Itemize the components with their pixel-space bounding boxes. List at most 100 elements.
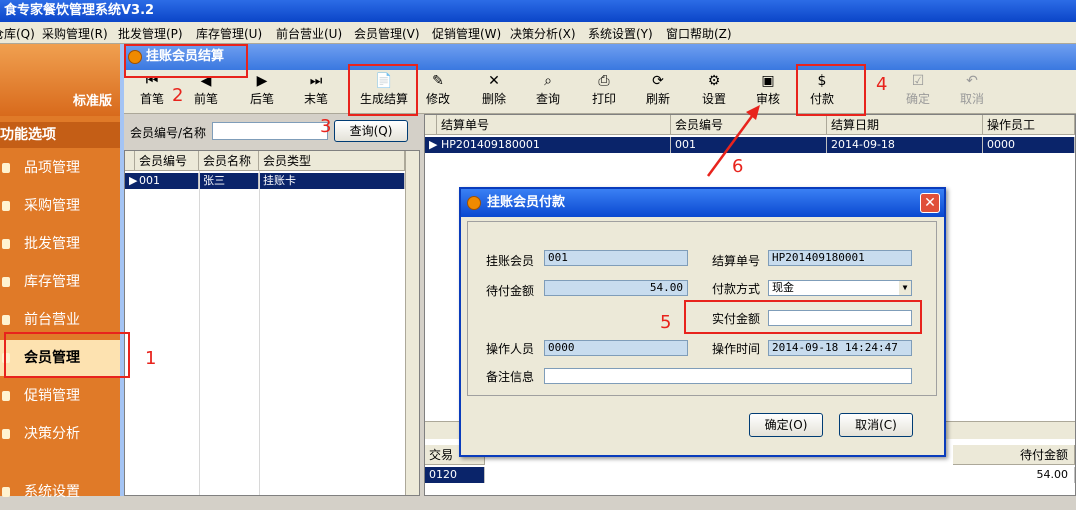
print-label: 打印 [591, 92, 616, 106]
time-field[interactable]: 2014-09-18 14:24:47 [768, 340, 912, 356]
member-field[interactable]: 001 [544, 250, 688, 266]
sidebar-item-label: 决策分析 [24, 426, 80, 442]
grid-header[interactable]: 操作员工 [983, 115, 1075, 135]
cell-bill-no: HP201409180001 [437, 137, 671, 153]
grid-header[interactable]: 会员名称 [199, 151, 259, 171]
menu-item[interactable]: 前台营业(U) [276, 25, 342, 42]
menu-item[interactable]: 决策分析(X) [510, 25, 576, 42]
operator-label: 操作人员 [486, 342, 535, 356]
prev-button[interactable]: ◀ 前笔 [186, 72, 226, 112]
menu-bar: 仓库(Q) 采购管理(R) 批发管理(P) 库存管理(U) 前台营业(U) 会员… [0, 22, 1076, 44]
due-label: 待付金额 [486, 284, 535, 298]
time-label: 操作时间 [712, 342, 761, 356]
grid-corner [425, 115, 437, 135]
method-label: 付款方式 [712, 282, 761, 296]
cancel-button[interactable]: ↶ 取消 [954, 72, 990, 112]
member-label: 挂账会员 [486, 254, 535, 268]
bill-field[interactable]: HP201409180001 [768, 250, 912, 266]
sidebar-item-items[interactable]: 品项管理 [0, 150, 120, 186]
highlight-box-members [4, 332, 130, 378]
dialog-ok-button[interactable]: 确定(O) [749, 413, 823, 437]
menu-item[interactable]: 会员管理(V) [354, 25, 420, 42]
cell-date: 2014-09-18 [827, 137, 983, 153]
menu-item[interactable]: 仓库(Q) [0, 25, 35, 42]
brand-label: 标准版 [72, 94, 112, 109]
annotation-number: 4 [876, 74, 888, 95]
search-input[interactable] [212, 122, 328, 140]
chevron-down-icon[interactable]: ▼ [899, 281, 911, 295]
sidebar-item-wholesale[interactable]: 批发管理 [0, 226, 120, 262]
grid-corner [125, 151, 135, 171]
binoculars-icon: ⌕ [544, 73, 552, 89]
sidebar-item-label: 批发管理 [24, 236, 80, 252]
row-pointer-icon: ▶ [429, 138, 438, 151]
sidebar-item-label: 采购管理 [24, 198, 80, 214]
operator-field[interactable]: 0000 [544, 340, 688, 356]
sidebar-item-label: 库存管理 [24, 274, 80, 290]
bill-label: 结算单号 [712, 254, 761, 268]
printer-icon: ⎙ [598, 73, 610, 89]
annotation-number: 3 [320, 116, 332, 137]
next-button[interactable]: ▶ 后笔 [242, 72, 282, 112]
annotation-number: 1 [145, 348, 157, 369]
grid-header[interactable]: 结算单号 [437, 115, 671, 135]
close-icon[interactable]: ✕ [920, 193, 940, 213]
due-field[interactable]: 54.00 [544, 280, 688, 296]
grid-header[interactable]: 结算日期 [827, 115, 983, 135]
edit-button[interactable]: ✎ 修改 [420, 72, 456, 112]
confirm-button[interactable]: ☑ 确定 [900, 72, 936, 112]
grid-header[interactable]: 会员类型 [259, 151, 405, 171]
note-input[interactable] [544, 368, 912, 384]
app-titlebar: 食专家餐饮管理系统V3.2 [0, 0, 1076, 22]
table-row[interactable]: 0120 54.00 [425, 467, 1075, 483]
sidebar-item-inventory[interactable]: 库存管理 [0, 264, 120, 300]
item-icon [2, 429, 10, 439]
method-select[interactable]: 现金 ▼ [768, 280, 912, 296]
note-label: 备注信息 [486, 370, 535, 384]
cell-member-type: 挂账卡 [259, 173, 405, 189]
next-label: 后笔 [249, 92, 274, 106]
review-stamp-icon: ▣ [761, 73, 775, 89]
edit-label: 修改 [425, 92, 450, 106]
sidebar: 标准版 功能选项 品项管理 采购管理 批发管理 库存管理 前台营业 会员管理 促… [0, 44, 120, 500]
detail-grid-header[interactable]: 待付金额 [953, 445, 1075, 465]
menu-item[interactable]: 库存管理(U) [196, 25, 262, 42]
column-divider [199, 171, 200, 495]
delete-button[interactable]: ✕ 删除 [476, 72, 512, 112]
last-label: 末笔 [303, 92, 328, 106]
sidebar-item-purchase[interactable]: 采购管理 [0, 188, 120, 224]
dialog-titlebar: 挂账会员付款 ✕ [461, 189, 944, 217]
broom-icon: ⟳ [652, 73, 664, 89]
annotation-number: 2 [172, 85, 184, 106]
menu-item[interactable]: 采购管理(R) [42, 25, 108, 42]
item-icon [2, 391, 10, 401]
highlight-box-pay [796, 64, 866, 116]
dialog-cancel-button[interactable]: 取消(C) [839, 413, 913, 437]
first-button[interactable]: ⏮ 首笔 [132, 72, 172, 112]
table-row[interactable]: ▶ 001 张三 挂账卡 [125, 173, 405, 189]
last-button[interactable]: ⏭ 末笔 [296, 72, 336, 112]
sidebar-banner: 标准版 [0, 44, 120, 116]
prev-label: 前笔 [193, 92, 218, 106]
sidebar-item-label: 系统设置 [24, 484, 80, 500]
menu-item[interactable]: 窗口帮助(Z) [666, 25, 732, 42]
refresh-label: 刷新 [645, 92, 670, 106]
sidebar-item-settings[interactable]: 系统设置 [0, 474, 120, 510]
item-icon [2, 163, 10, 173]
refresh-button[interactable]: ⟳ 刷新 [640, 72, 676, 112]
sidebar-item-analysis[interactable]: 决策分析 [0, 416, 120, 452]
column-divider [259, 171, 260, 495]
first-label: 首笔 [139, 92, 164, 106]
menu-item[interactable]: 系统设置(Y) [588, 25, 653, 42]
vertical-scrollbar[interactable] [405, 151, 419, 495]
menu-item[interactable]: 促销管理(W) [432, 25, 501, 42]
menu-item[interactable]: 批发管理(P) [118, 25, 183, 42]
cell-member-name: 张三 [199, 173, 259, 189]
sidebar-item-promotion[interactable]: 促销管理 [0, 378, 120, 414]
cell-operator: 0000 [983, 137, 1075, 153]
grid-header[interactable]: 会员编号 [135, 151, 199, 171]
query-button[interactable]: ⌕ 查询 [530, 72, 566, 112]
print-button[interactable]: ⎙ 打印 [586, 72, 622, 112]
orange-icon [467, 196, 481, 210]
search-query-button[interactable]: 查询(Q) [334, 120, 408, 142]
